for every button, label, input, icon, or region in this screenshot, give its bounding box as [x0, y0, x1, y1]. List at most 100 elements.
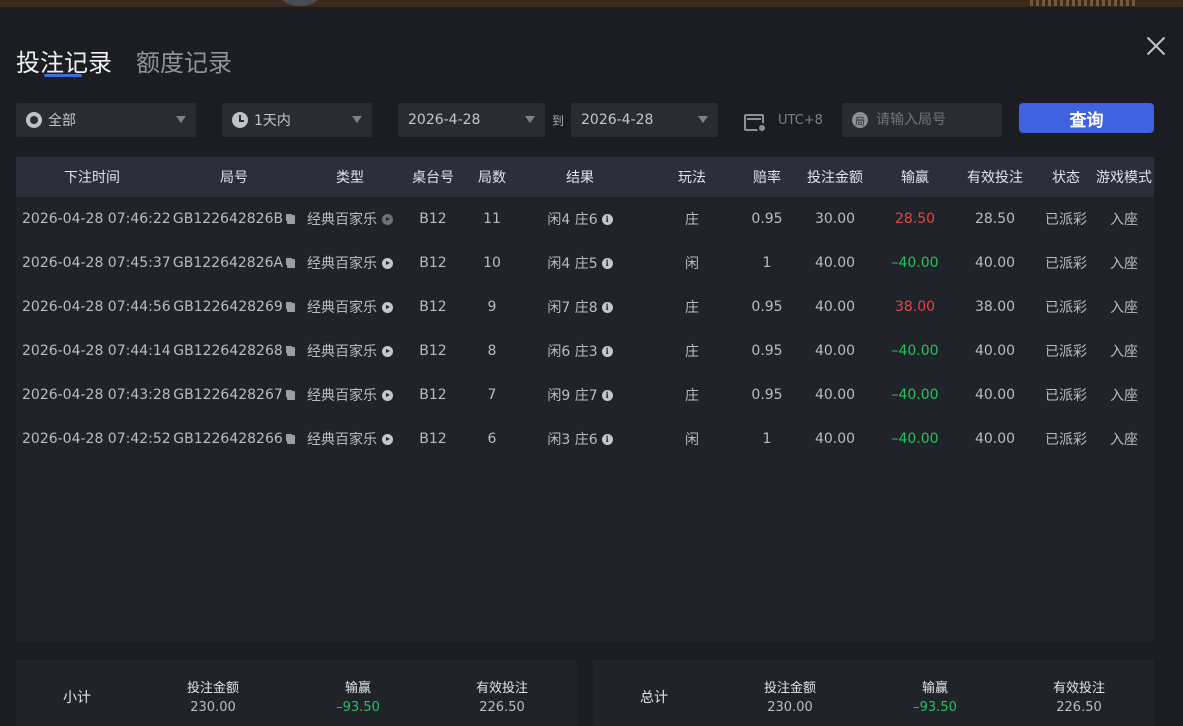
cell-count: 7	[466, 373, 518, 417]
cell-play-text: 庄	[685, 300, 699, 316]
cell-bet-text: 40.00	[814, 343, 856, 359]
cell-count: 9	[466, 285, 518, 329]
copy-icon[interactable]	[286, 390, 295, 400]
cell-mode: 入座	[1094, 373, 1154, 417]
top-edge-strip	[0, 0, 1183, 7]
cell-type-text: 经典百家乐	[307, 432, 377, 448]
info-icon[interactable]: i	[601, 345, 613, 357]
copy-icon[interactable]	[287, 214, 296, 224]
copy-icon[interactable]	[287, 258, 296, 268]
cell-round: GB1226428267	[168, 373, 300, 417]
subtotal-winloss-value: –93.50	[336, 700, 380, 715]
column-header-type: 类型	[336, 170, 364, 186]
cell-table: B12	[400, 197, 466, 241]
cell-odds: 0.95	[742, 329, 792, 373]
cell-odds-text: 0.95	[751, 387, 783, 403]
cell-time-text: 2026-04-28 07:44:14	[22, 343, 171, 359]
calendar-clock-icon[interactable]	[744, 111, 768, 133]
subtotal-winloss: 输赢 –93.50	[303, 677, 413, 715]
subtotal-winloss-label: 输赢	[344, 681, 371, 696]
cell-count: 10	[466, 241, 518, 285]
info-icon[interactable]: i	[601, 389, 613, 401]
cell-result-text: 闲4 庄6	[547, 212, 598, 228]
game-type-value: 全部	[48, 113, 76, 129]
cell-effective: 40.00	[952, 329, 1038, 373]
cell-time: 2026-04-28 07:46:22	[16, 197, 171, 241]
cell-type-text: 经典百家乐	[307, 344, 377, 360]
cell-type: 经典百家乐	[300, 417, 400, 461]
cell-table-text: B12	[419, 255, 447, 271]
play-replay-icon[interactable]	[382, 257, 393, 269]
cell-winloss: –40.00	[878, 373, 952, 417]
cell-mode: 入座	[1094, 285, 1154, 329]
tab-credit-records[interactable]: 额度记录	[136, 43, 232, 78]
cell-play-text: 庄	[685, 212, 699, 228]
cell-count-text: 6	[487, 431, 497, 447]
cell-mode: 入座	[1094, 241, 1154, 285]
info-icon[interactable]: i	[601, 257, 613, 269]
copy-icon[interactable]	[286, 434, 295, 444]
cell-play-text: 闲	[685, 432, 699, 448]
cell-odds: 0.95	[742, 373, 792, 417]
cell-play-text: 庄	[685, 344, 699, 360]
caret-down-icon	[525, 116, 535, 123]
table-header: 下注时间 局号 类型 桌台号 局数 结果 玩法 赔率 投注金额 输赢 有效投注 状态 游戏模式	[16, 157, 1154, 197]
cell-round: GB1226428268	[168, 329, 300, 373]
cell-round-text: GB1226428268	[173, 343, 283, 359]
cell-winloss-text: –40.00	[891, 343, 939, 359]
column-header-result: 结果	[566, 170, 594, 186]
play-replay-icon[interactable]	[382, 389, 393, 401]
subtotal-bet-label: 投注金额	[186, 681, 239, 696]
column-header-mode: 游戏模式	[1096, 170, 1152, 186]
cell-winloss: –40.00	[878, 329, 952, 373]
table-row: 2026-04-28 07:43:28 GB1226428267 经典百家乐 B12 7…	[16, 373, 1154, 417]
play-replay-icon[interactable]	[382, 433, 393, 445]
cell-odds: 1	[742, 417, 792, 461]
cell-bet: 40.00	[792, 285, 878, 329]
cell-effective-text: 40.00	[974, 343, 1016, 359]
total-bet: 投注金额 230.00	[735, 677, 845, 715]
play-replay-icon[interactable]	[382, 301, 393, 313]
cell-odds-text: 1	[762, 431, 772, 447]
query-button[interactable]: 查询	[1019, 103, 1154, 133]
close-icon[interactable]	[1146, 36, 1166, 56]
cell-time: 2026-04-28 07:42:52	[16, 417, 171, 461]
date-from-select[interactable]: 2026-4-28	[398, 103, 545, 137]
cell-result-text: 闲9 庄7	[547, 388, 598, 404]
cell-play: 庄	[642, 373, 742, 417]
tab-bet-records[interactable]: 投注记录	[16, 43, 112, 78]
round-search-input[interactable]	[876, 112, 996, 128]
cell-round: GB1226428269	[168, 285, 300, 329]
cell-count: 8	[466, 329, 518, 373]
total-bet-label: 投注金额	[763, 681, 816, 696]
info-icon[interactable]: i	[601, 433, 613, 445]
cell-mode-text: 入座	[1110, 212, 1138, 228]
cell-play-text: 庄	[685, 388, 699, 404]
game-type-select[interactable]: 全部	[16, 103, 196, 137]
cell-bet: 30.00	[792, 197, 878, 241]
subtotal-panel: 小计 投注金额 230.00 输赢 –93.50 有效投注 226.50	[16, 660, 577, 726]
cell-count-text: 10	[483, 255, 501, 271]
cell-time: 2026-04-28 07:44:14	[16, 329, 171, 373]
cell-count-text: 7	[487, 387, 497, 403]
cell-type: 经典百家乐	[300, 197, 400, 241]
copy-icon[interactable]	[286, 302, 295, 312]
time-range-select[interactable]: 1天内	[222, 103, 372, 137]
info-icon[interactable]: i	[601, 301, 613, 313]
cell-time-text: 2026-04-28 07:46:22	[22, 211, 171, 227]
table-row: 2026-04-28 07:44:14 GB1226428268 经典百家乐 B12 8…	[16, 329, 1154, 373]
round-search-box[interactable]: 局	[842, 103, 1002, 137]
cell-type-text: 经典百家乐	[307, 300, 377, 316]
cell-play: 闲	[642, 241, 742, 285]
info-icon[interactable]: i	[601, 213, 613, 225]
cell-result: 闲7 庄8 i	[518, 285, 642, 329]
cell-count-text: 8	[487, 343, 497, 359]
cell-winloss: –40.00	[878, 241, 952, 285]
copy-icon[interactable]	[286, 346, 295, 356]
play-replay-icon[interactable]	[382, 213, 393, 225]
total-effective: 有效投注 226.50	[1024, 677, 1134, 715]
cell-round-text: GB1226428269	[173, 299, 283, 315]
date-to-select[interactable]: 2026-4-28	[571, 103, 718, 137]
cell-mode-text: 入座	[1110, 388, 1138, 404]
play-replay-icon[interactable]	[382, 345, 393, 357]
